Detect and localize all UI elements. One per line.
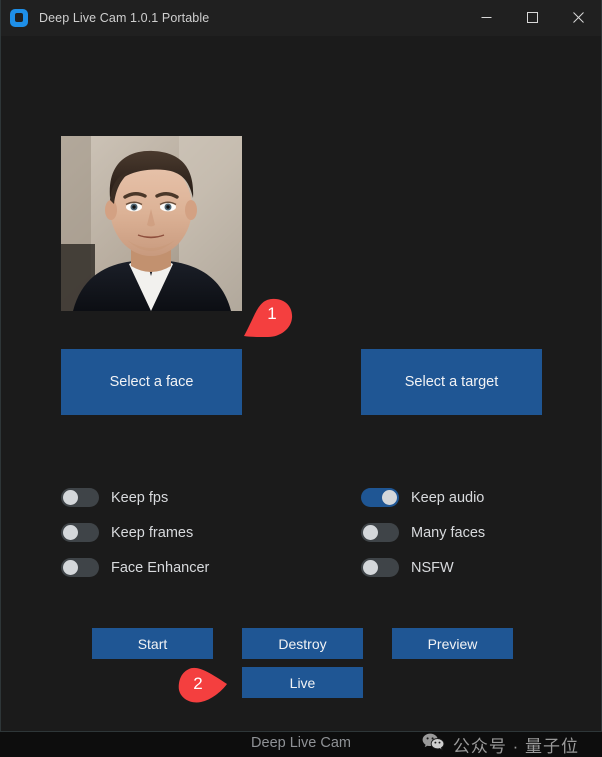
face-preview-image	[61, 136, 242, 311]
toggle-keep-fps-label: Keep fps	[111, 489, 169, 506]
title-bar[interactable]: Deep Live Cam 1.0.1 Portable	[1, 0, 601, 36]
toggle-face-enhancer-label: Face Enhancer	[111, 559, 210, 576]
destroy-button[interactable]: Destroy	[242, 628, 363, 659]
wechat-icon	[422, 733, 445, 757]
close-icon[interactable]	[555, 0, 601, 36]
select-a-target-button[interactable]: Select a target	[361, 349, 542, 415]
toggle-keep-audio-switch[interactable]	[361, 488, 399, 507]
toggle-keep-frames[interactable]: Keep frames	[61, 523, 193, 542]
live-button[interactable]: Live	[242, 667, 363, 698]
toggle-keep-audio-label: Keep audio	[411, 489, 485, 506]
window-controls	[463, 0, 601, 36]
toggle-many-faces-label: Many faces	[411, 524, 486, 541]
main-content: 1 Select a face Select a target Keep fps…	[1, 36, 601, 756]
app-window: Deep Live Cam 1.0.1 Portable 1 Select a …	[0, 0, 602, 756]
toggle-keep-audio[interactable]: Keep audio	[361, 488, 484, 507]
annotation-marker-1-number: 1	[267, 304, 277, 323]
minimize-icon[interactable]	[463, 0, 509, 36]
toggle-keep-fps-switch[interactable]	[61, 488, 99, 507]
toggle-face-enhancer[interactable]: Face Enhancer	[61, 558, 209, 577]
maximize-icon[interactable]	[509, 0, 555, 36]
annotation-marker-2-number: 2	[193, 674, 203, 693]
watermark: 公众号 · 量子位	[422, 732, 579, 757]
preview-button[interactable]: Preview	[392, 628, 513, 659]
toggle-nsfw-label: NSFW	[411, 559, 454, 576]
start-button[interactable]: Start	[92, 628, 213, 659]
toggle-many-faces[interactable]: Many faces	[361, 523, 485, 542]
toggle-keep-frames-switch[interactable]	[61, 523, 99, 542]
toggle-nsfw[interactable]: NSFW	[361, 558, 454, 577]
annotation-marker-1: 1	[242, 296, 294, 338]
select-a-face-button[interactable]: Select a face	[61, 349, 242, 415]
app-logo-icon	[10, 8, 28, 27]
toggle-face-enhancer-switch[interactable]	[61, 558, 99, 577]
annotation-marker-2: 2	[177, 663, 229, 705]
watermark-text: 公众号 · 量子位	[452, 737, 579, 756]
toggle-nsfw-switch[interactable]	[361, 558, 399, 577]
toggle-many-faces-switch[interactable]	[361, 523, 399, 542]
window-title: Deep Live Cam 1.0.1 Portable	[39, 10, 210, 25]
toggle-keep-fps[interactable]: Keep fps	[61, 488, 168, 507]
toggle-keep-frames-label: Keep frames	[111, 524, 194, 541]
